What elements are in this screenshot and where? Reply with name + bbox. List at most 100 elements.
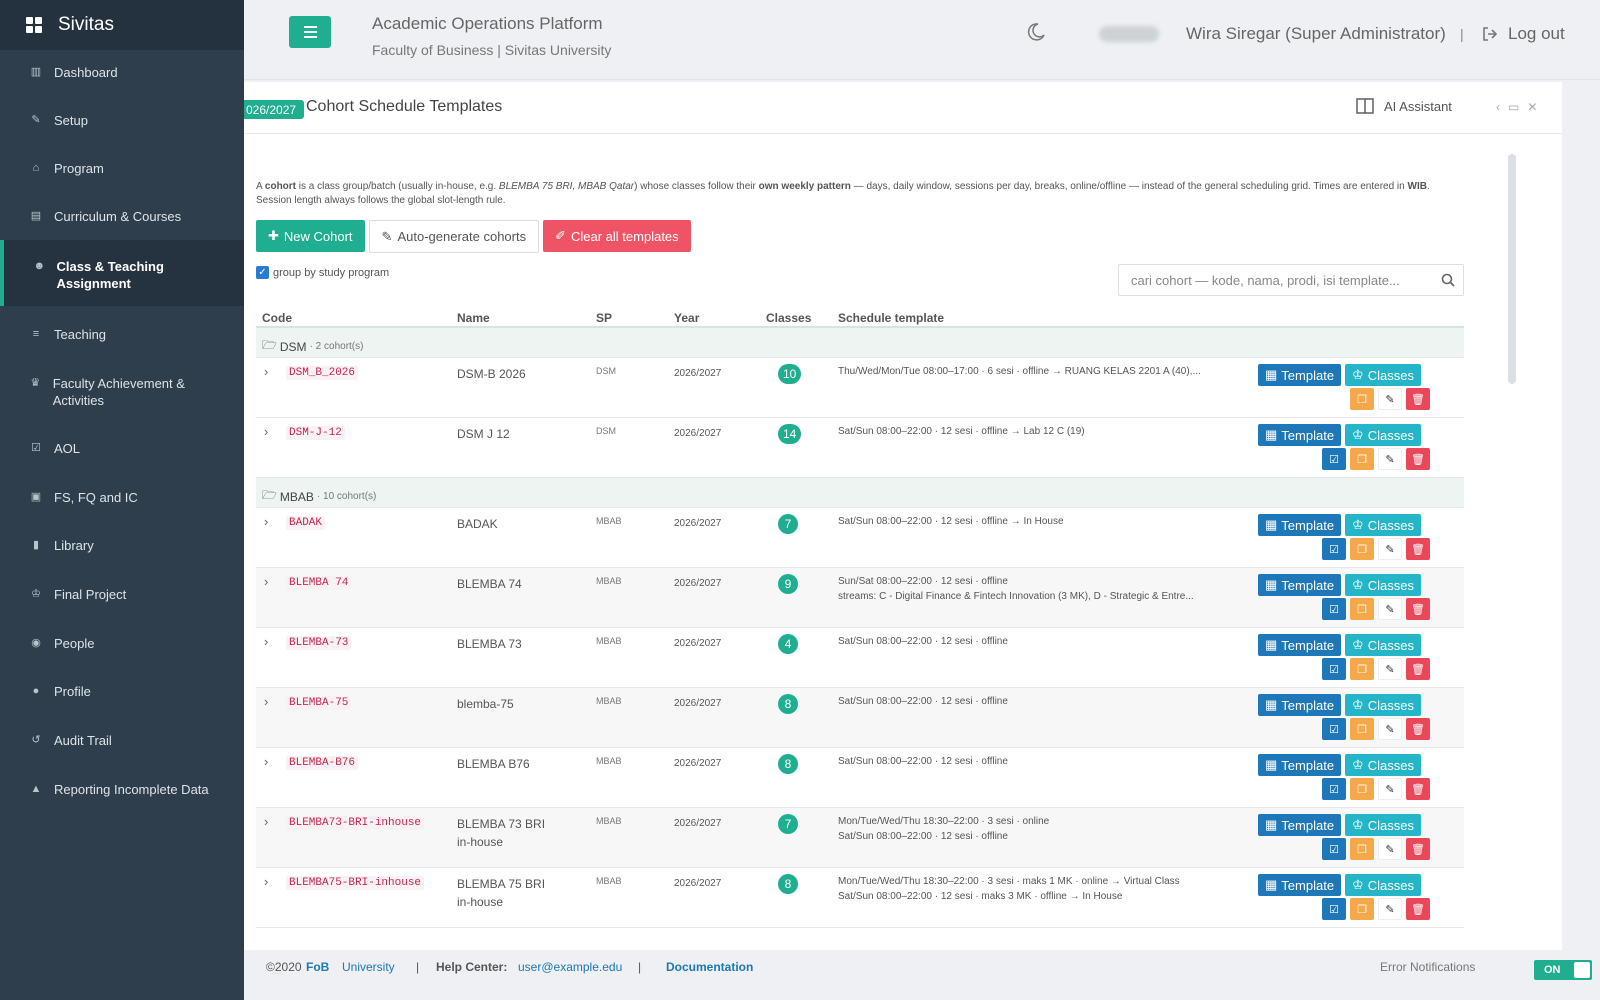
calendar-check-icon[interactable]: ☑: [1322, 838, 1346, 860]
template-button[interactable]: ▦ Template: [1258, 364, 1342, 386]
edit-pencil-icon[interactable]: ✎: [1378, 448, 1402, 470]
close-icon[interactable]: ✕: [1527, 100, 1537, 114]
chevron-left-icon[interactable]: ‹: [1496, 100, 1500, 114]
classes-button[interactable]: ♔ Classes: [1345, 814, 1421, 836]
maximize-icon[interactable]: ▭: [1508, 100, 1519, 114]
user-name[interactable]: Wira Siregar (Super Administrator): [1186, 24, 1446, 44]
copy-icon[interactable]: ❐: [1350, 598, 1374, 620]
auto-generate-button[interactable]: ✎ Auto-generate cohorts: [368, 220, 540, 253]
calendar-check-icon[interactable]: ☑: [1322, 778, 1346, 800]
chevron-right-icon[interactable]: ›: [264, 814, 268, 829]
sidebar-item-aol[interactable]: ☑ AOL: [0, 440, 244, 457]
copy-icon[interactable]: ❐: [1350, 658, 1374, 680]
edit-pencil-icon[interactable]: ✎: [1378, 388, 1402, 410]
copy-icon[interactable]: ❐: [1350, 898, 1374, 920]
group-by-checkbox[interactable]: ✓ group by study program: [256, 266, 389, 279]
sidebar-item-dashboard[interactable]: ▥ Dashboard: [0, 64, 244, 81]
sidebar-item-program[interactable]: ⌂ Program: [0, 160, 244, 177]
template-button[interactable]: ▦ Template: [1258, 424, 1342, 446]
edit-pencil-icon[interactable]: ✎: [1378, 538, 1402, 560]
chevron-right-icon[interactable]: ›: [264, 364, 268, 379]
group-row[interactable]: 🗁 MBAB · 10 cohort(s): [256, 478, 1464, 508]
search-input[interactable]: cari cohort — kode, nama, prodi, isi tem…: [1118, 264, 1464, 296]
calendar-check-icon[interactable]: ☑: [1322, 598, 1346, 620]
menu-toggle-button[interactable]: [289, 16, 331, 48]
copy-icon[interactable]: ❐: [1350, 778, 1374, 800]
copy-icon[interactable]: ❐: [1350, 388, 1374, 410]
edit-pencil-icon[interactable]: ✎: [1378, 898, 1402, 920]
chevron-right-icon[interactable]: ›: [264, 694, 268, 709]
sidebar-item-audit-trail[interactable]: ↺ Audit Trail: [0, 732, 244, 749]
trash-icon[interactable]: 🗑: [1406, 778, 1430, 800]
university-link[interactable]: University: [342, 960, 395, 974]
calendar-check-icon[interactable]: ☑: [1322, 898, 1346, 920]
sidebar-item-library[interactable]: ▮ Library: [0, 537, 244, 554]
template-button[interactable]: ▦ Template: [1258, 694, 1342, 716]
documentation-link[interactable]: Documentation: [666, 960, 753, 974]
sidebar-item-final-project[interactable]: ♔ Final Project: [0, 586, 244, 603]
copy-icon[interactable]: ❐: [1350, 538, 1374, 560]
checkbox-checked-icon[interactable]: ✓: [256, 266, 269, 279]
sidebar-item-class-teaching[interactable]: ☻ Class & Teaching Assignment: [0, 240, 244, 306]
new-cohort-button[interactable]: ✚ New Cohort: [256, 220, 365, 252]
error-notifications-toggle[interactable]: ON: [1534, 960, 1592, 980]
trash-icon[interactable]: 🗑: [1406, 598, 1430, 620]
classes-button[interactable]: ♔ Classes: [1345, 694, 1421, 716]
classes-button[interactable]: ♔ Classes: [1345, 574, 1421, 596]
chevron-right-icon[interactable]: ›: [264, 634, 268, 649]
sidebar-item-fs-fq-ic[interactable]: ▣ FS, FQ and IC: [0, 489, 244, 506]
moon-icon[interactable]: [1026, 22, 1046, 42]
sidebar-item-people[interactable]: ◉ People: [0, 635, 244, 652]
edit-pencil-icon[interactable]: ✎: [1378, 598, 1402, 620]
template-button[interactable]: ▦ Template: [1258, 754, 1342, 776]
calendar-check-icon[interactable]: ☑: [1322, 718, 1346, 740]
copy-icon[interactable]: ❐: [1350, 838, 1374, 860]
trash-icon[interactable]: 🗑: [1406, 898, 1430, 920]
edit-pencil-icon[interactable]: ✎: [1378, 718, 1402, 740]
trash-icon[interactable]: 🗑: [1406, 838, 1430, 860]
chevron-right-icon[interactable]: ›: [264, 754, 268, 769]
logout-link[interactable]: Log out: [1482, 24, 1565, 44]
chevron-right-icon[interactable]: ›: [264, 574, 268, 589]
classes-button[interactable]: ♔ Classes: [1345, 634, 1421, 656]
sidebar-item-teaching[interactable]: ≡ Teaching: [0, 326, 244, 343]
classes-button[interactable]: ♔ Classes: [1345, 874, 1421, 896]
classes-button[interactable]: ♔ Classes: [1345, 364, 1421, 386]
template-button[interactable]: ▦ Template: [1258, 814, 1342, 836]
ai-assistant-button[interactable]: AI Assistant: [1356, 98, 1452, 114]
chevron-right-icon[interactable]: ›: [264, 514, 268, 529]
trash-icon[interactable]: 🗑: [1406, 718, 1430, 740]
copy-icon[interactable]: ❐: [1350, 718, 1374, 740]
vertical-scrollbar[interactable]: [1508, 154, 1516, 384]
calendar-check-icon[interactable]: ☑: [1322, 448, 1346, 470]
trash-icon[interactable]: 🗑: [1406, 658, 1430, 680]
edit-pencil-icon[interactable]: ✎: [1378, 658, 1402, 680]
template-button[interactable]: ▦ Template: [1258, 634, 1342, 656]
group-row[interactable]: 🗁 DSM · 2 cohort(s): [256, 328, 1464, 358]
chevron-right-icon[interactable]: ›: [264, 424, 268, 439]
clear-templates-button[interactable]: ✐ Clear all templates: [543, 220, 691, 252]
classes-button[interactable]: ♔ Classes: [1345, 514, 1421, 536]
template-button[interactable]: ▦ Template: [1258, 514, 1342, 536]
classes-button[interactable]: ♔ Classes: [1345, 424, 1421, 446]
sidebar-item-setup[interactable]: ✎ Setup: [0, 112, 244, 129]
sidebar-item-curriculum[interactable]: ▤ Curriculum & Courses: [0, 208, 244, 225]
trash-icon[interactable]: 🗑: [1406, 448, 1430, 470]
sidebar-item-reporting[interactable]: ▲ Reporting Incomplete Data: [0, 781, 244, 798]
copy-icon[interactable]: ❐: [1350, 448, 1374, 470]
search-icon[interactable]: [1441, 273, 1455, 287]
chevron-right-icon[interactable]: ›: [264, 874, 268, 889]
help-email-link[interactable]: user@example.edu: [518, 960, 622, 974]
template-button[interactable]: ▦ Template: [1258, 574, 1342, 596]
trash-icon[interactable]: 🗑: [1406, 538, 1430, 560]
sidebar-item-profile[interactable]: ● Profile: [0, 683, 244, 700]
trash-icon[interactable]: 🗑: [1406, 388, 1430, 410]
sidebar-item-faculty-achievement[interactable]: ♛ Faculty Achievement & Activities: [0, 375, 244, 409]
calendar-check-icon[interactable]: ☑: [1322, 658, 1346, 680]
brand[interactable]: Sivitas: [0, 0, 244, 50]
fob-link[interactable]: FoB: [306, 960, 329, 974]
edit-pencil-icon[interactable]: ✎: [1378, 838, 1402, 860]
template-button[interactable]: ▦ Template: [1258, 874, 1342, 896]
classes-button[interactable]: ♔ Classes: [1345, 754, 1421, 776]
edit-pencil-icon[interactable]: ✎: [1378, 778, 1402, 800]
